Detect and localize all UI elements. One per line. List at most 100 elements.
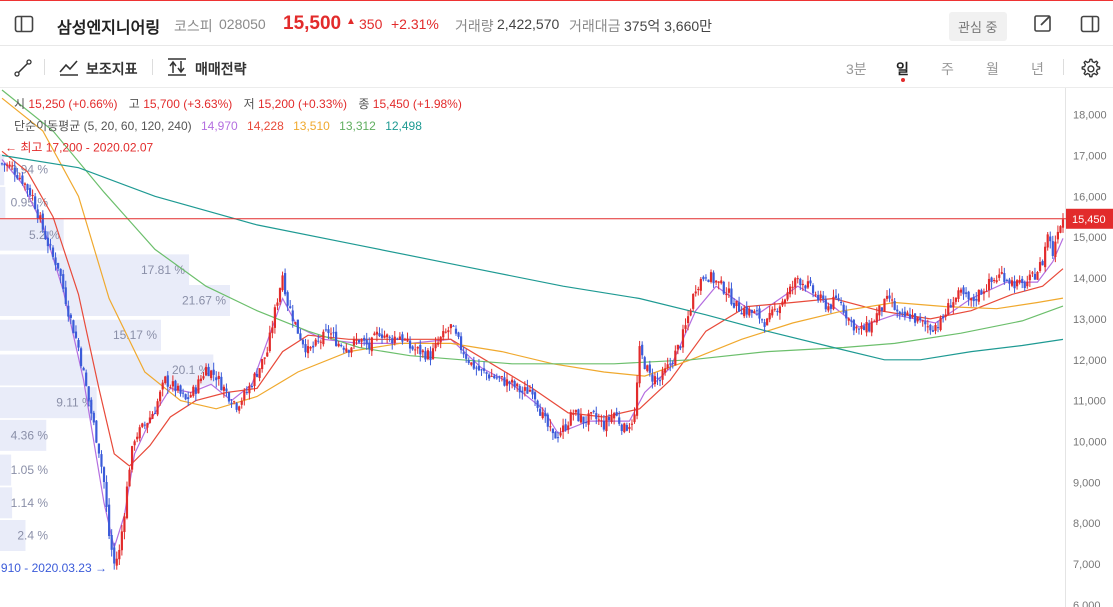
candle-body — [618, 417, 621, 424]
candle-body — [564, 424, 567, 431]
candle-body — [666, 364, 669, 369]
candle-body — [901, 312, 904, 314]
candle-body — [345, 348, 348, 352]
y-tick-label: 12,000 — [1073, 355, 1107, 367]
period-week[interactable]: 주 — [941, 59, 954, 79]
candle-body — [13, 167, 16, 175]
ma-legend: 단순이동평균 (5, 20, 60, 120, 240) 14,970 14,2… — [14, 117, 422, 134]
candle-body — [1033, 273, 1037, 280]
candle-body — [638, 346, 641, 384]
settings-gear-icon[interactable] — [1079, 57, 1101, 79]
candle-body — [743, 308, 746, 317]
candle-body — [286, 292, 289, 306]
candle-body — [258, 368, 261, 378]
candle-body — [470, 362, 473, 365]
indicators-button[interactable]: 보조지표 — [86, 59, 138, 79]
candle-body — [304, 344, 307, 353]
candle-body — [482, 368, 486, 371]
y-tick-label: 14,000 — [1073, 273, 1107, 285]
edit-icon[interactable] — [1033, 13, 1053, 33]
candle-body — [383, 335, 386, 338]
candle-body — [651, 374, 654, 382]
period-year[interactable]: 년 — [1031, 59, 1044, 79]
candle-body — [493, 375, 496, 379]
open-value: 15,250 (+0.66%) — [28, 97, 118, 111]
y-tick-label: 8,000 — [1073, 518, 1101, 530]
favorite-button[interactable]: 관심 중 — [949, 12, 1007, 41]
ma5-line — [1, 159, 1064, 551]
candle-body — [380, 334, 384, 338]
candle-body — [702, 276, 705, 280]
candle-body — [95, 420, 98, 443]
price-chart[interactable]: 0.94 %0.95 %5.2 %17.81 %21.67 %15.17 %20… — [0, 88, 1113, 607]
panel-toggle-icon[interactable] — [1080, 14, 1100, 34]
candle-body — [85, 372, 88, 386]
candle-body — [993, 279, 996, 281]
candle-body — [722, 281, 725, 294]
candle-body — [46, 237, 50, 247]
candle-body — [536, 400, 539, 408]
strategy-button[interactable]: 매매전략 — [195, 59, 247, 79]
candle-body — [544, 412, 547, 417]
candle-body — [296, 319, 299, 334]
candle-body — [350, 347, 353, 353]
period-month[interactable]: 월 — [986, 59, 999, 79]
candle-body — [164, 376, 167, 384]
candle-body — [676, 344, 679, 350]
current-price: 15,500 — [283, 13, 342, 34]
price-axis: 18,000 17,000 16,000 15,000 14,000 13,000 12,0… — [1065, 88, 1107, 607]
candle-body — [197, 379, 200, 394]
period-3min[interactable]: 3분 — [846, 59, 867, 79]
candle-body — [857, 328, 861, 330]
candle-body — [936, 327, 940, 329]
candle-body — [11, 165, 14, 167]
candle-body — [579, 415, 583, 423]
candle-body — [669, 363, 672, 365]
candle-body — [102, 467, 106, 483]
candle-body — [674, 350, 677, 366]
candle-body — [41, 213, 44, 230]
candle-body — [187, 397, 190, 400]
candle-body — [386, 334, 389, 338]
candle-body — [215, 377, 218, 381]
candle-body — [454, 328, 458, 334]
candle-body — [480, 369, 483, 371]
candle-body — [34, 196, 37, 209]
candle-body — [610, 415, 613, 422]
candle-body — [426, 350, 430, 360]
candle-body — [505, 379, 509, 386]
candle-body — [421, 350, 424, 353]
candle-body — [939, 317, 942, 330]
sidebar-toggle-icon[interactable] — [14, 14, 34, 34]
open-label: 시 — [14, 97, 26, 111]
candle-body — [31, 195, 34, 197]
candle-body — [289, 306, 292, 309]
volume-profile-label: 15.17 % — [113, 328, 157, 342]
candle-body — [141, 423, 144, 427]
market-label: 코스피 — [174, 18, 213, 34]
high-annotation: ← 최고 17,200 - 2020.02.07 — [5, 140, 154, 154]
candle-body — [773, 308, 776, 310]
period-day[interactable]: 일 — [896, 59, 909, 79]
close-label: 종 — [358, 97, 370, 111]
candle-body — [862, 326, 866, 331]
candle-body — [755, 310, 759, 312]
candle-body — [559, 433, 562, 436]
candle-body — [781, 301, 784, 306]
candle-body — [79, 348, 83, 367]
candle-body — [786, 292, 789, 300]
candle-body — [204, 366, 208, 376]
candle-body — [758, 308, 761, 319]
candle-body — [531, 389, 534, 395]
candle-body — [414, 349, 417, 351]
candle-body — [136, 436, 139, 440]
candle-body — [230, 402, 233, 405]
candle-body — [368, 342, 371, 349]
draw-line-icon[interactable] — [13, 58, 33, 78]
candle-body — [804, 285, 807, 289]
candle-body — [401, 334, 404, 342]
candle-body — [817, 294, 820, 301]
high-value: 15,700 (+3.63%) — [143, 97, 233, 111]
candle-body — [975, 298, 978, 301]
candle-body — [8, 164, 11, 167]
